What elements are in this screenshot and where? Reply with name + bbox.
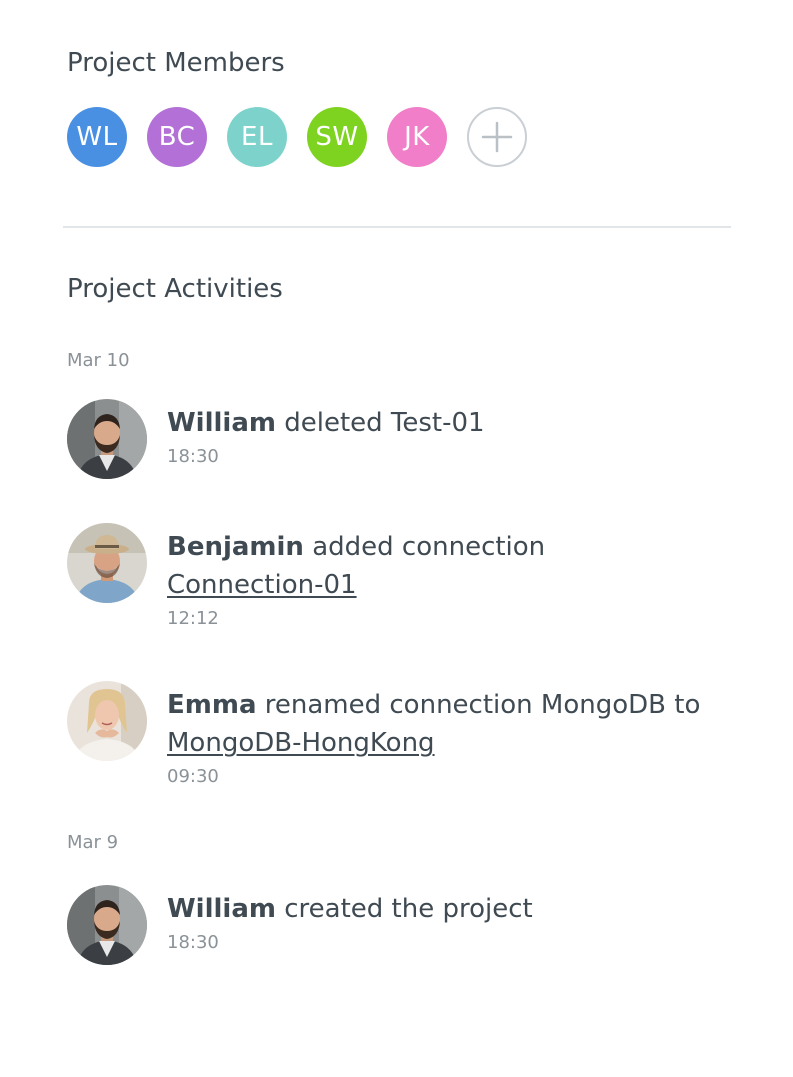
member-avatar-sw[interactable]: SW [307,107,367,167]
user-photo-william[interactable] [67,399,147,479]
activity-body: William deleted Test-01 18:30 [167,404,727,469]
activities-title: Project Activities [67,274,283,304]
activity-time: 18:30 [167,932,219,953]
add-member-button[interactable] [467,107,527,167]
activity-message: William deleted Test-01 [167,404,727,442]
activity-actor[interactable]: Emma [167,690,257,720]
member-avatar-jk[interactable]: JK [387,107,447,167]
activity-body: William created the project 18:30 [167,890,727,955]
user-photo-emma[interactable] [67,681,147,761]
activity-text: created the project [284,894,533,924]
date-label: Mar 9 [67,832,119,853]
date-label: Mar 10 [67,350,130,371]
section-divider [63,226,731,228]
activity-message: Emma renamed connection MongoDB to MongoD… [167,686,727,762]
member-avatar-el[interactable]: EL [227,107,287,167]
user-photo-benjamin[interactable] [67,523,147,603]
activity-message: Benjamin added connection Connection-01 [167,528,727,604]
activity-actor[interactable]: Benjamin [167,532,304,562]
activity-time: 09:30 [167,766,219,787]
activity-actor[interactable]: William [167,408,276,438]
members-list: WL BC EL SW JK [67,107,527,167]
members-title: Project Members [67,48,285,78]
activity-message: William created the project [167,890,727,928]
plus-icon [481,121,513,153]
activity-time: 12:12 [167,608,219,629]
activity-text: added connection [312,532,546,562]
connection-link[interactable]: MongoDB-HongKong [167,728,435,758]
activity-body: Emma renamed connection MongoDB to MongoD… [167,686,727,789]
member-avatar-wl[interactable]: WL [67,107,127,167]
activity-text: deleted Test-01 [284,408,485,438]
activity-actor[interactable]: William [167,894,276,924]
member-avatar-bc[interactable]: BC [147,107,207,167]
connection-link[interactable]: Connection-01 [167,570,357,600]
activity-body: Benjamin added connection Connection-01 1… [167,528,727,631]
activity-time: 18:30 [167,446,219,467]
activity-text: renamed connection MongoDB to [264,690,701,720]
user-photo-william[interactable] [67,885,147,965]
